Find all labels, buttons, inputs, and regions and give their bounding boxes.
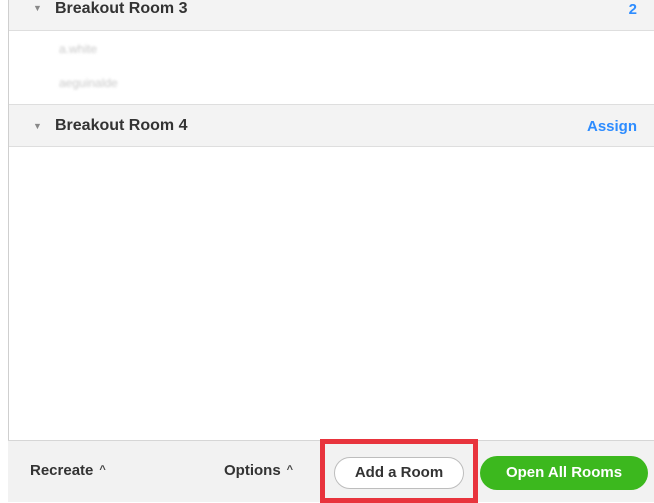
options-label: Options <box>224 462 281 479</box>
room-name: Breakout Room 3 <box>55 0 188 17</box>
panel-footer: Recreate ^ Options ^ Add a Room Open All R… <box>8 439 654 503</box>
room-header-breakout-room-3[interactable]: ▼ Breakout Room 3 2 <box>9 0 654 31</box>
add-room-button[interactable]: Add a Room <box>334 457 464 489</box>
assign-link[interactable]: Assign <box>587 118 637 135</box>
room-participant-count: 2 <box>628 1 637 18</box>
caret-up-icon: ^ <box>99 464 106 476</box>
participant-name[interactable]: aeguinalde <box>59 76 118 90</box>
triangle-down-icon[interactable]: ▼ <box>33 3 42 13</box>
recreate-menu[interactable]: Recreate ^ <box>30 462 106 479</box>
caret-up-icon: ^ <box>286 464 294 476</box>
participant-name[interactable]: a.white <box>59 42 97 56</box>
breakout-rooms-panel: ▼ Breakout Room 3 2 a.white aeguinalde ▼… <box>8 0 654 502</box>
open-all-rooms-button[interactable]: Open All Rooms <box>480 456 648 490</box>
room-header-breakout-room-4[interactable]: ▼ Breakout Room 4 Assign <box>9 104 654 147</box>
room-name: Breakout Room 4 <box>55 117 188 134</box>
recreate-label: Recreate <box>30 462 94 479</box>
triangle-down-icon[interactable]: ▼ <box>33 121 42 131</box>
options-menu[interactable]: Options ^ <box>224 462 293 479</box>
